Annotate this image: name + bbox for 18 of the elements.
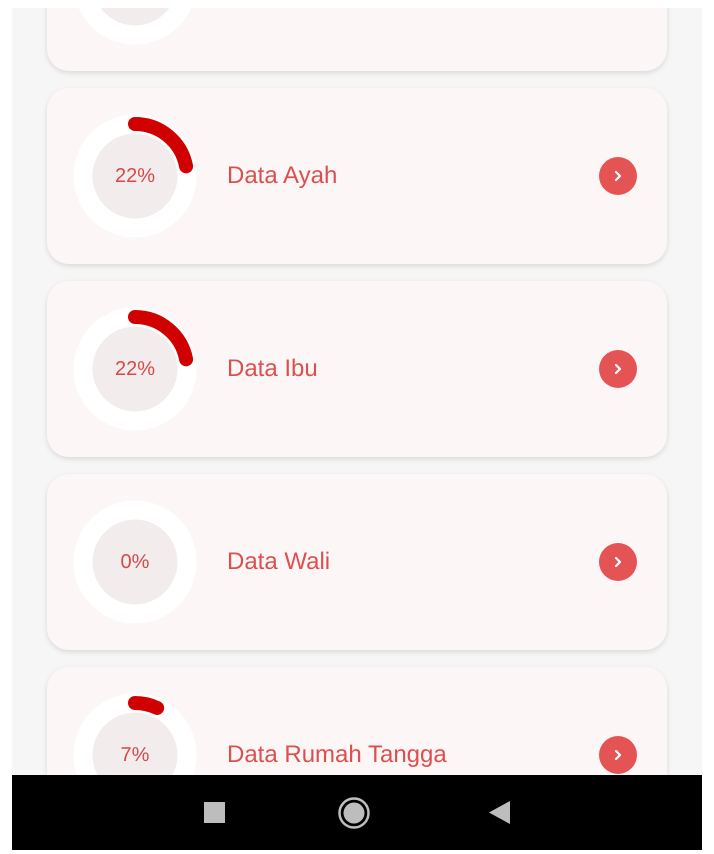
card-title: Data Ibu <box>227 354 318 384</box>
percentage-text: 0% <box>120 550 150 575</box>
card-title: Data Wali <box>227 547 330 577</box>
chevron-right-icon[interactable] <box>599 543 637 581</box>
card-title: Data Ayah <box>227 161 338 191</box>
percentage-text: 22% <box>114 164 156 189</box>
card-title: Data Rumah Tangga <box>227 740 447 770</box>
chevron-right-icon[interactable] <box>599 350 637 388</box>
percentage-text: 7% <box>120 743 150 768</box>
chevron-right-icon[interactable] <box>599 157 637 195</box>
home-icon[interactable] <box>338 796 370 828</box>
card-background[interactable]: 7% Data Rumah Tangga <box>47 667 667 775</box>
card-background[interactable]: 0% Data Wali <box>47 474 667 650</box>
card-background[interactable]: 22% Data Ayah <box>47 88 667 264</box>
chevron-right-icon[interactable] <box>599 736 637 774</box>
card-background[interactable]: 22% Data Ibu <box>47 281 667 457</box>
back-icon[interactable] <box>489 801 510 824</box>
percentage-text: 22% <box>114 357 156 382</box>
